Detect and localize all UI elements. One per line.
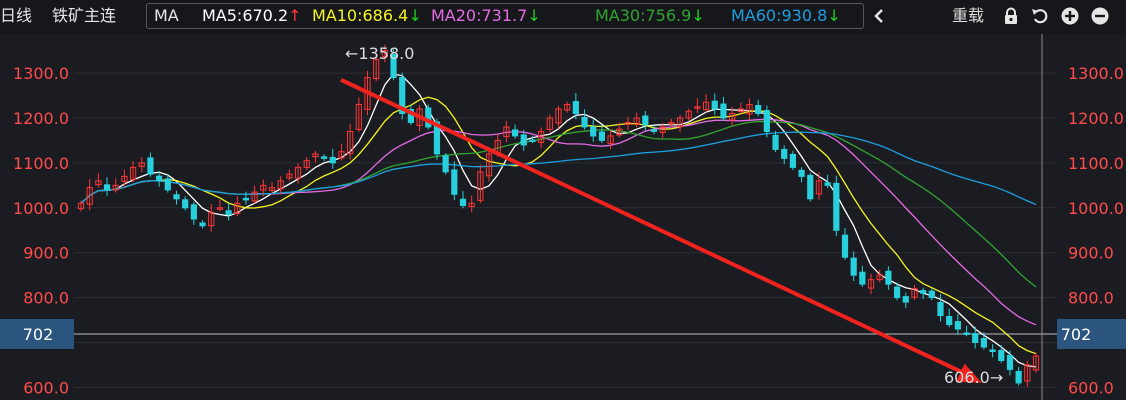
candle-body	[598, 131, 606, 141]
candle-body	[581, 116, 588, 128]
ma10-arrow-down-icon: ↓	[408, 6, 422, 25]
candle-body	[920, 290, 927, 294]
y-tick-label-right: 1300.0	[1068, 64, 1124, 83]
candle-body	[173, 194, 180, 200]
ma60-arrow-down-icon: ↓	[827, 6, 841, 25]
candle-body	[182, 199, 189, 209]
ma30-arrow-down-icon: ↓	[691, 6, 705, 25]
high-annotation: ←1358.0	[345, 44, 414, 63]
candle-body	[798, 169, 805, 177]
candle-body	[781, 148, 788, 159]
ma5-arrow-up-icon: ↑	[288, 6, 302, 25]
candle-body	[225, 210, 232, 216]
candle-body	[711, 100, 718, 110]
candle-body	[164, 178, 171, 191]
y-tick-label-right: 1000.0	[1068, 199, 1124, 218]
candle-body	[850, 257, 857, 276]
candle-body	[789, 153, 797, 168]
candle-body	[885, 270, 892, 285]
candle-body	[859, 271, 866, 285]
candle-body	[459, 198, 467, 207]
y-tick-label-right: 1100.0	[1068, 154, 1124, 173]
y-tick-label-left: 1100.0	[13, 154, 69, 173]
low-annotation: 606.0→	[944, 368, 1003, 387]
candle-body	[1006, 355, 1014, 370]
zoom-in-icon[interactable]	[1061, 7, 1079, 25]
candle-body	[103, 184, 111, 191]
candle-body	[329, 156, 336, 164]
candle-body	[529, 139, 536, 142]
y-tick-label-right: 1200.0	[1068, 109, 1124, 128]
ma30-value: MA30:756.9↓	[595, 6, 705, 25]
candle-body	[963, 332, 970, 335]
undo-icon[interactable]	[1031, 7, 1049, 25]
lock-icon[interactable]	[1002, 7, 1020, 25]
candle-body	[520, 134, 527, 146]
candle-body	[442, 155, 449, 173]
y-tick-label-left: 1200.0	[13, 109, 69, 128]
candle-body	[156, 175, 163, 182]
candle-body	[190, 204, 197, 220]
current-price-left: 702	[23, 325, 54, 344]
y-tick-label-right: 900.0	[1068, 244, 1114, 263]
indicator-name[interactable]: MA	[154, 5, 179, 27]
tab-daily[interactable]: 日线	[0, 5, 32, 27]
candle-body	[755, 104, 762, 114]
reload-button[interactable]: 重载	[952, 5, 984, 27]
ma5-value: MA5:670.2↑	[202, 6, 302, 25]
candle-body	[1015, 370, 1022, 384]
candle-body	[841, 234, 849, 258]
candle-body	[980, 338, 988, 348]
candle-body	[650, 129, 658, 132]
current-price-right: 702	[1061, 325, 1092, 344]
y-tick-label-left: 900.0	[23, 244, 69, 263]
y-tick-label-left: 600.0	[23, 378, 69, 397]
candle-body	[425, 107, 432, 128]
ma10-value: MA10:686.4↓	[312, 6, 422, 25]
candle-body	[572, 101, 579, 114]
ma20-value: MA20:731.7↓	[431, 6, 541, 25]
candle-body	[902, 296, 909, 303]
candle-body	[928, 290, 935, 299]
candle-body	[242, 197, 250, 201]
candle-body	[451, 169, 458, 195]
candle-body	[642, 115, 649, 126]
ma60-value: MA60:930.8↓	[731, 6, 841, 25]
candlestick-chart[interactable]: 702 702 1300.0 1200.0 1100.0 1000.0 900.0 800…	[0, 34, 1126, 400]
toolbar: 日线 铁矿主连 MA MA5:670.2↑ MA10:686.4↓ MA20:7…	[0, 0, 1126, 34]
candle-body	[998, 350, 1005, 361]
candle-body	[946, 316, 953, 326]
candle-body	[763, 110, 770, 132]
y-tick-label-right: 600.0	[1068, 378, 1114, 397]
candles	[77, 44, 1040, 387]
y-tick-label-right: 800.0	[1068, 289, 1114, 308]
candle-body	[720, 103, 727, 119]
candle-body	[954, 321, 961, 330]
candle-body	[320, 156, 328, 159]
candle-body	[199, 222, 206, 227]
candle-body	[772, 134, 779, 150]
ma30-line	[80, 120, 1037, 288]
chevron-left-icon[interactable]	[870, 7, 888, 25]
y-tick-label-left: 1000.0	[13, 199, 69, 218]
candle-body	[989, 349, 996, 352]
candle-body	[807, 174, 814, 200]
candle-body	[511, 129, 519, 137]
grid-lines	[74, 72, 1057, 388]
y-tick-label-left: 800.0	[23, 289, 69, 308]
zoom-out-icon[interactable]	[1091, 7, 1109, 25]
candle-body	[824, 182, 831, 186]
candle-body	[833, 182, 840, 231]
candle-body	[893, 286, 901, 299]
candle-body	[972, 333, 979, 344]
candle-body	[937, 302, 944, 317]
candle-body	[590, 126, 597, 137]
candle-body	[147, 157, 154, 175]
symbol-name[interactable]: 铁矿主连	[52, 5, 116, 27]
ma20-arrow-down-icon: ↓	[527, 6, 541, 25]
y-tick-label-left: 1300.0	[13, 64, 69, 83]
